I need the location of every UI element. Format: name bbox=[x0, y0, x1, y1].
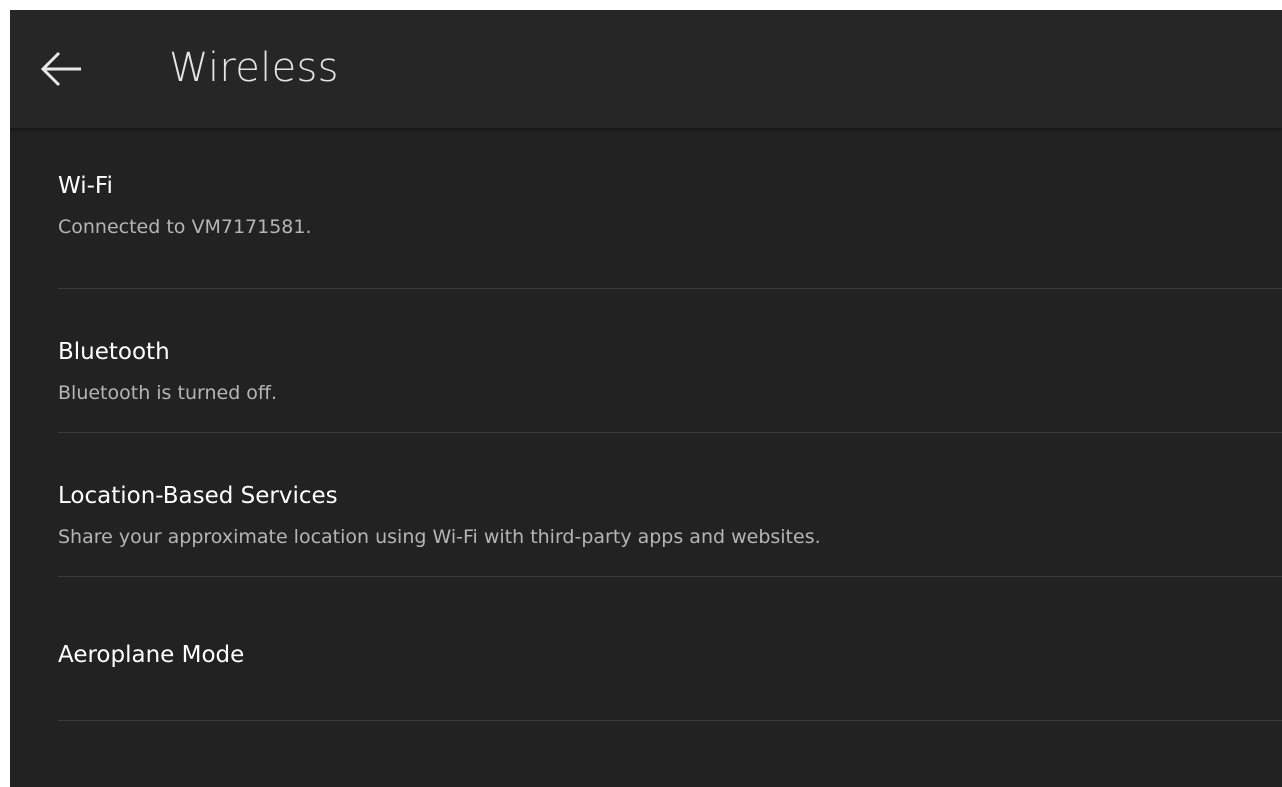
setting-item-bluetooth[interactable]: Bluetooth Bluetooth is turned off. bbox=[10, 289, 1282, 433]
wireless-settings-screen: Wireless Wi-Fi Connected to VM7171581. B… bbox=[10, 10, 1282, 787]
setting-item-title: Aeroplane Mode bbox=[58, 642, 245, 668]
setting-item-title: Wi-Fi bbox=[58, 173, 113, 199]
app-bar: Wireless bbox=[10, 10, 1282, 128]
page-title: Wireless bbox=[169, 45, 339, 91]
setting-item-subtitle: Connected to VM7171581. bbox=[58, 216, 312, 238]
back-button[interactable] bbox=[10, 10, 110, 128]
settings-list: Wi-Fi Connected to VM7171581. Bluetooth … bbox=[10, 128, 1282, 721]
arrow-left-icon bbox=[40, 51, 81, 87]
setting-item-wifi[interactable]: Wi-Fi Connected to VM7171581. bbox=[10, 128, 1282, 289]
setting-item-subtitle: Share your approximate location using Wi… bbox=[58, 526, 821, 548]
setting-item-title: Bluetooth bbox=[58, 339, 170, 365]
setting-item-location-based-services[interactable]: Location-Based Services Share your appro… bbox=[10, 433, 1282, 577]
setting-item-subtitle: Bluetooth is turned off. bbox=[58, 382, 278, 404]
setting-item-title: Location-Based Services bbox=[58, 483, 338, 509]
setting-item-aeroplane-mode[interactable]: Aeroplane Mode bbox=[10, 577, 1282, 721]
divider bbox=[58, 720, 1282, 721]
